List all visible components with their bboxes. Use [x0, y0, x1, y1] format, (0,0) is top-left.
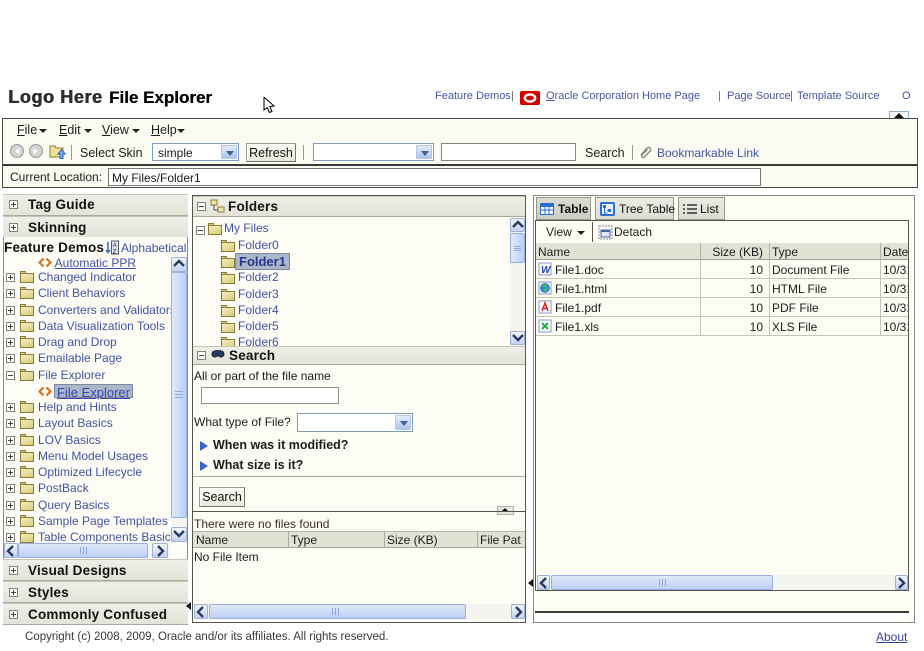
svg-text:Z: Z [113, 250, 117, 256]
svg-text:A: A [113, 243, 117, 249]
svg-text:W: W [541, 265, 552, 276]
